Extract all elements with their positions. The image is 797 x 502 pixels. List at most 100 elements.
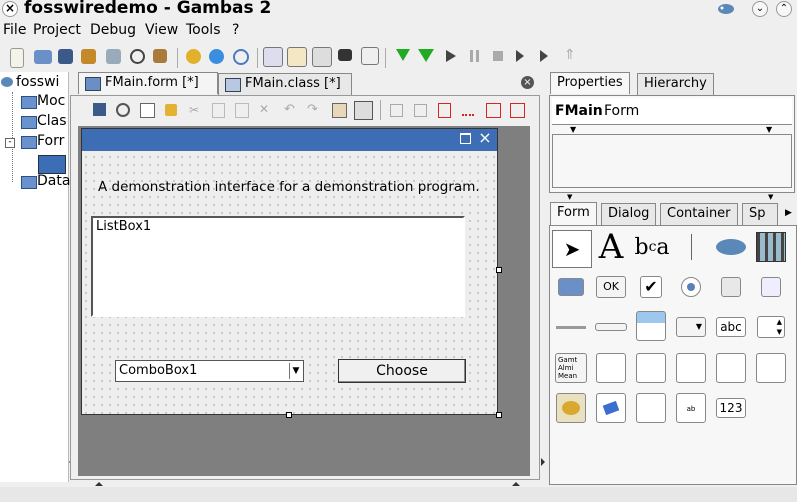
property-list[interactable] <box>552 134 792 188</box>
listbox1[interactable]: ListBox1 <box>91 216 465 317</box>
window-close-icon[interactable]: × <box>2 1 18 17</box>
file-view-icon[interactable]: ab <box>673 392 709 424</box>
reload-icon[interactable] <box>116 103 130 117</box>
bring-front-icon[interactable] <box>390 104 403 117</box>
date-chooser-icon[interactable] <box>633 392 669 424</box>
menu-view[interactable]: View <box>145 22 178 38</box>
menu-file[interactable]: File <box>3 22 26 38</box>
textbox-icon[interactable]: abc <box>713 312 749 342</box>
properties-icon[interactable] <box>140 103 155 118</box>
lock-icon[interactable] <box>165 104 177 116</box>
chevron-down-icon[interactable]: ▼ <box>567 193 572 201</box>
delete-icon[interactable]: ✕ <box>259 103 271 116</box>
tab-fmain-class[interactable]: FMain.class [*] <box>218 73 352 95</box>
splitter-down-arrow[interactable] <box>95 482 103 486</box>
close-tab-icon[interactable]: × <box>521 76 534 89</box>
run-icon[interactable] <box>446 50 456 62</box>
spinbox-icon[interactable]: ▲ ▼ <box>753 312 789 342</box>
tool-button-icon[interactable] <box>753 272 789 302</box>
tab-form[interactable]: Form <box>550 202 597 226</box>
separator-icon[interactable] <box>673 232 709 262</box>
tab-special[interactable]: Sp <box>742 203 778 225</box>
clock-icon[interactable] <box>233 49 249 65</box>
menu-project[interactable]: Project <box>33 22 81 38</box>
panel-icon[interactable] <box>553 272 589 302</box>
combobox1[interactable]: ComboBox1 ▼ <box>115 360 304 382</box>
tab-fmain-form[interactable]: FMain.form [*] <box>78 72 218 94</box>
project-view-icon[interactable] <box>263 47 283 67</box>
compile-icon[interactable] <box>396 49 410 61</box>
chevron-down-icon[interactable]: ▼ <box>570 125 576 134</box>
refresh-icon[interactable] <box>130 49 145 64</box>
form-file-icon[interactable] <box>38 155 66 174</box>
color-palette-icon[interactable] <box>553 392 589 424</box>
maximize-icon[interactable]: ⌃ <box>776 1 792 17</box>
label1[interactable]: A demonstration interface for a demonstr… <box>98 179 480 195</box>
step-out-icon[interactable]: ⇑ <box>564 48 576 62</box>
tableview-icon[interactable] <box>753 352 789 384</box>
step-over-icon[interactable] <box>540 50 548 62</box>
save-all-icon[interactable] <box>81 49 96 64</box>
step-icon[interactable] <box>516 50 524 62</box>
stop-icon[interactable] <box>493 51 503 61</box>
paste-icon[interactable] <box>235 103 249 118</box>
toggle-button-icon[interactable] <box>713 272 749 302</box>
treeview-icon[interactable] <box>633 352 669 384</box>
open-icon[interactable] <box>34 50 52 64</box>
button-icon[interactable]: OK <box>593 272 629 302</box>
listbox-icon[interactable] <box>633 308 669 344</box>
pointer-icon[interactable]: ➤ <box>552 230 592 268</box>
project-root-label[interactable]: fosswi <box>16 74 59 90</box>
choose-button[interactable]: Choose <box>338 359 466 383</box>
form-fmain[interactable]: × A demonstration interface for a demons… <box>81 128 498 415</box>
combobox-icon[interactable]: ▼ <box>673 312 709 342</box>
tab-hierarchy[interactable]: Hierarchy <box>637 73 714 95</box>
align-icon[interactable] <box>510 103 525 118</box>
tab-dialog[interactable]: Dialog <box>601 203 657 225</box>
find-icon[interactable] <box>361 47 379 65</box>
package-icon[interactable] <box>186 49 201 64</box>
tree-item-data[interactable]: Data <box>37 173 70 189</box>
tab-container[interactable]: Container <box>660 203 738 225</box>
collapse-icon[interactable]: - <box>5 138 15 148</box>
tools-icon[interactable] <box>153 49 167 63</box>
send-back-icon[interactable] <box>414 104 427 117</box>
picture-box-icon[interactable] <box>713 232 749 262</box>
listview-icon[interactable] <box>593 352 629 384</box>
textarea-icon[interactable] <box>673 352 709 384</box>
menu-tools[interactable]: Tools <box>186 22 221 38</box>
resize-handle[interactable] <box>496 412 502 418</box>
splitter-down-arrow[interactable] <box>512 482 520 486</box>
new-file-icon[interactable] <box>10 48 24 68</box>
columnview-icon[interactable] <box>713 352 749 384</box>
tree-item-classes[interactable]: Clas <box>37 113 67 129</box>
movie-box-icon[interactable] <box>753 232 789 262</box>
web-icon[interactable] <box>209 49 224 64</box>
cut-icon[interactable]: ✂ <box>189 104 201 116</box>
tab-scroll-right-icon[interactable]: ▶ <box>781 203 796 223</box>
tree-item-forms[interactable]: Forr <box>37 133 64 149</box>
align-icon[interactable] <box>486 103 501 118</box>
align-icon[interactable] <box>462 105 474 116</box>
pause-icon[interactable] <box>470 50 479 62</box>
menu-help[interactable]: ? <box>232 22 239 38</box>
menu-editor-icon[interactable] <box>332 103 347 118</box>
compile-all-icon[interactable] <box>418 49 434 62</box>
minimize-icon[interactable]: ⌄ <box>752 1 768 17</box>
textlabel-icon[interactable]: bca <box>634 232 670 262</box>
valuebox-icon[interactable]: 123 <box>713 392 749 424</box>
checkbox-icon[interactable]: ✔ <box>633 272 669 302</box>
save-icon[interactable] <box>58 49 73 64</box>
splitter-left-arrow[interactable] <box>541 458 545 466</box>
save-icon[interactable] <box>93 103 106 116</box>
menu-debug[interactable]: Debug <box>90 22 136 38</box>
scrollbar-icon[interactable] <box>593 312 629 342</box>
tree-item-modules[interactable]: Moc <box>37 93 65 109</box>
properties-icon[interactable] <box>106 49 121 64</box>
radiobutton-icon[interactable] <box>673 272 709 302</box>
font-chooser-icon[interactable] <box>593 392 629 424</box>
edit-icon[interactable] <box>287 47 307 67</box>
grid-icon[interactable] <box>354 101 373 120</box>
chevron-down-icon[interactable]: ▼ <box>768 193 773 201</box>
slider-icon[interactable] <box>553 312 589 342</box>
